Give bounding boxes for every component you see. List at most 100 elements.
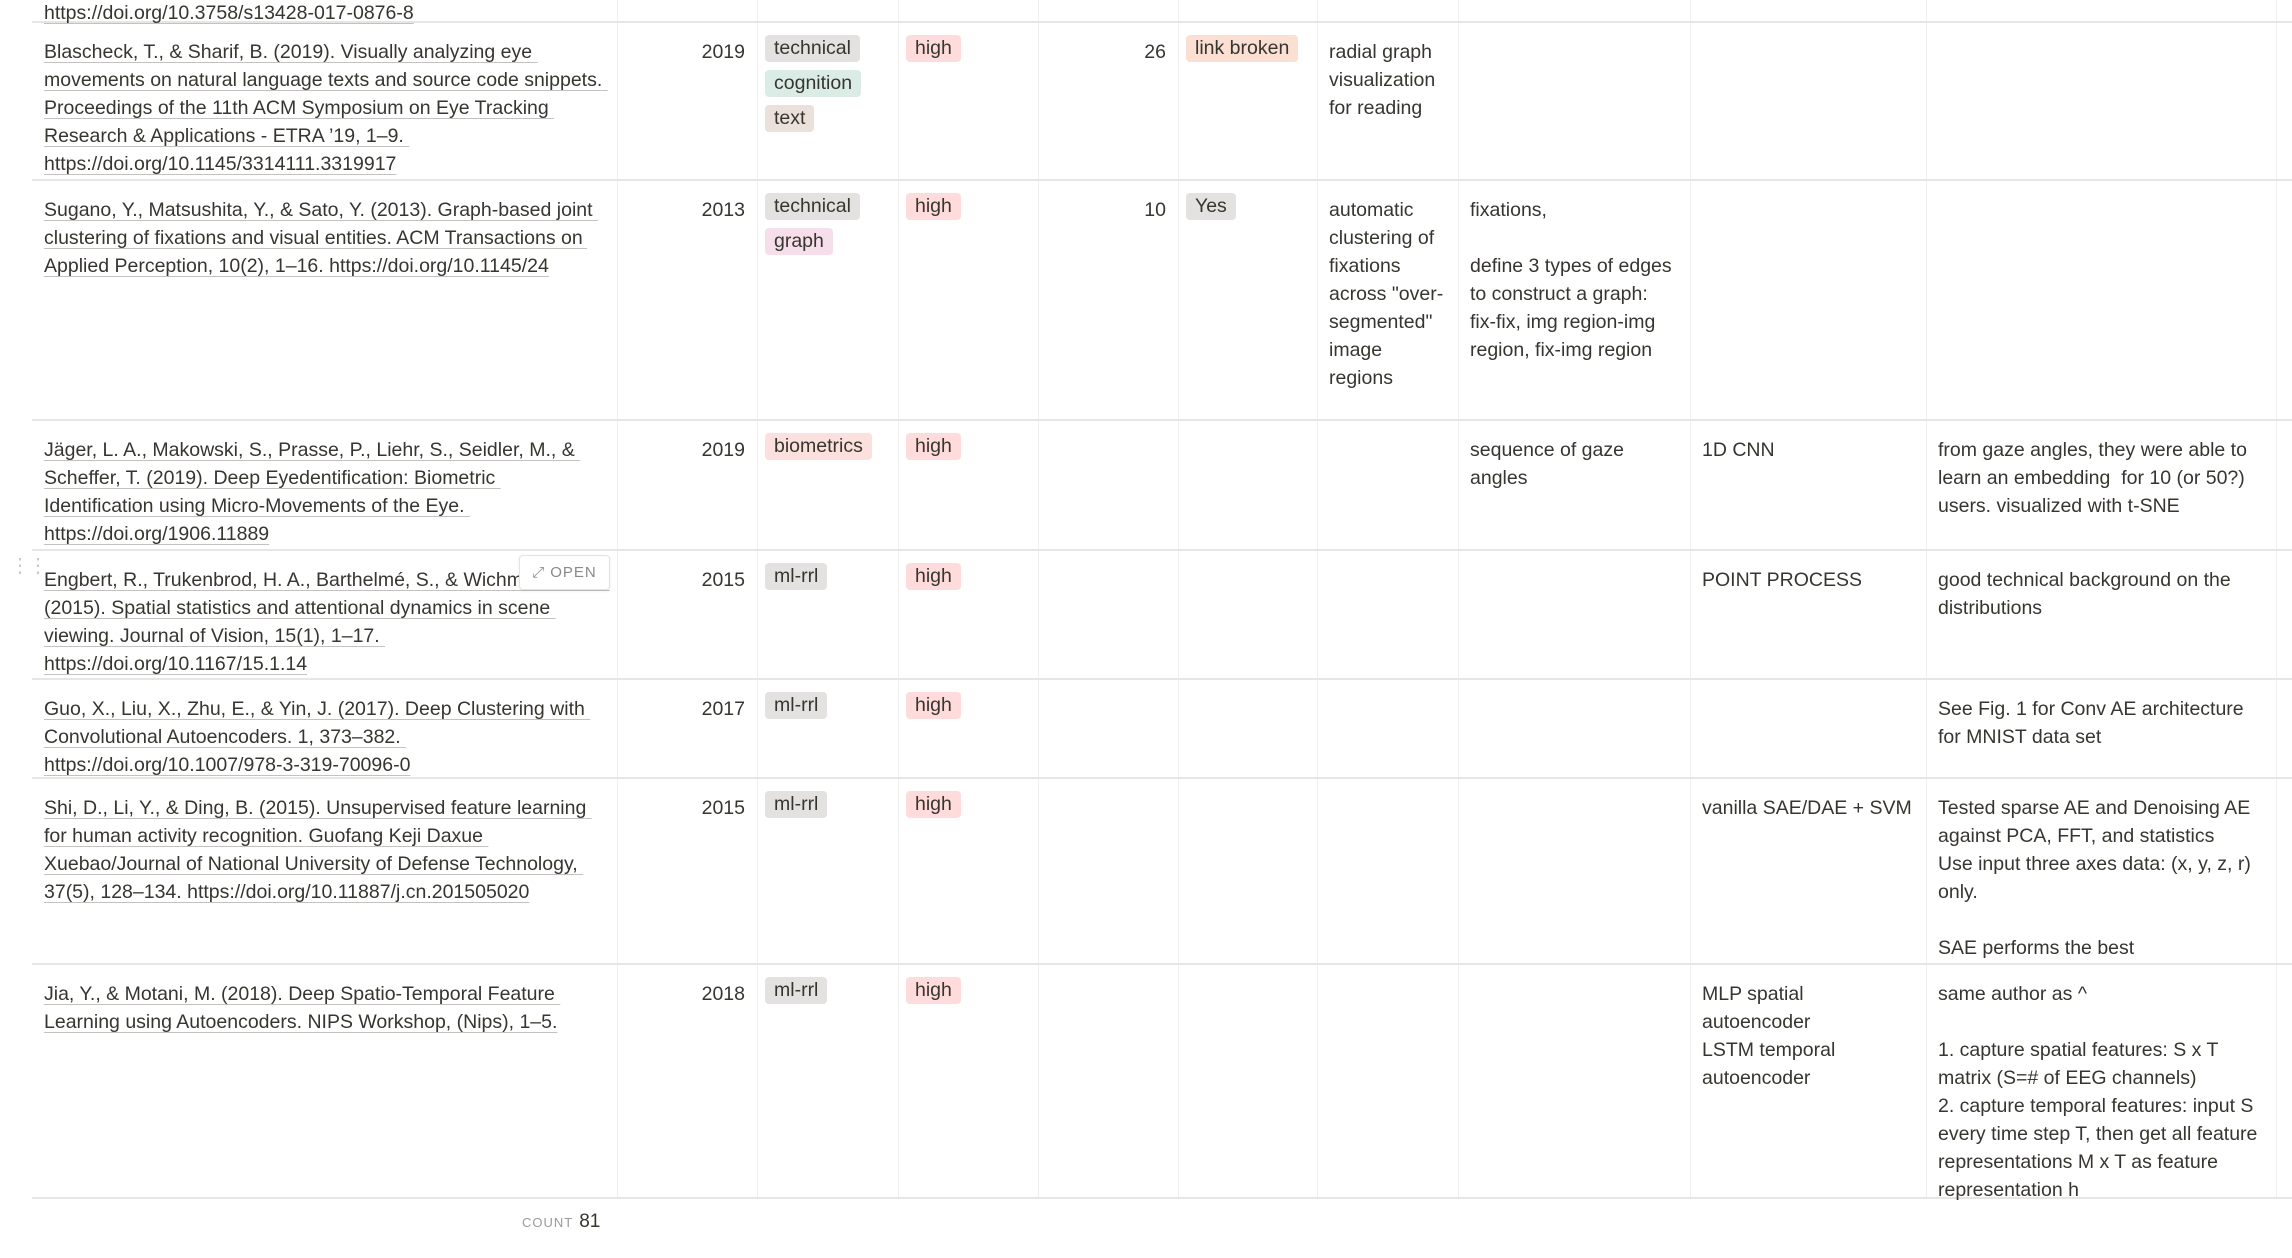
table-row[interactable]: Jäger, L. A., Makowski, S., Prasse, P., …	[32, 421, 2292, 551]
cell-notes[interactable]	[1926, 23, 2276, 179]
cell-description[interactable]: automatic clustering of fixations across…	[1317, 181, 1458, 419]
cell-priority[interactable]: high	[898, 181, 1038, 419]
cell-number[interactable]	[1038, 680, 1178, 777]
cell-priority[interactable]: high	[898, 680, 1038, 777]
priority-pill: high	[906, 692, 961, 719]
cell-data[interactable]	[1458, 680, 1690, 777]
tag-pill: graph	[765, 228, 833, 255]
tag-pill: ml-rrl	[765, 791, 828, 818]
year-text: 2019	[701, 439, 745, 461]
cell-tags[interactable]: biometrics	[757, 421, 898, 549]
cell-status[interactable]: Yes	[1178, 181, 1317, 419]
cell-notes[interactable]: good technical background on the distrib…	[1926, 551, 2276, 678]
citation-text: https://doi.org/10.3758/s13428-017-0876-…	[44, 2, 414, 24]
cell-status[interactable]	[1178, 779, 1317, 963]
cell-notes[interactable]: same author as ^ 1. capture spatial feat…	[1926, 965, 2276, 1201]
cell-notes[interactable]: from gaze angles, they were able to lear…	[1926, 421, 2276, 549]
cell-data[interactable]	[1458, 551, 1690, 678]
cell-model[interactable]	[1690, 181, 1926, 419]
table-row[interactable]: Guo, X., Liu, X., Zhu, E., & Yin, J. (20…	[32, 680, 2292, 779]
cell-status[interactable]	[1178, 680, 1317, 777]
table-row[interactable]: Sugano, Y., Matsushita, Y., & Sato, Y. (…	[32, 181, 2292, 421]
cell-number[interactable]	[1038, 551, 1178, 678]
cell-model[interactable]: MLP spatial autoencoder LSTM temporal au…	[1690, 965, 1926, 1197]
cell-description[interactable]	[1317, 680, 1458, 777]
cell-citation[interactable]: Shi, D., Li, Y., & Ding, B. (2015). Unsu…	[32, 779, 617, 963]
cell-tags[interactable]: ml-rrl	[757, 551, 898, 678]
cell-model[interactable]: POINT PROCESS	[1690, 551, 1926, 678]
cell-year[interactable]: 2013	[617, 181, 757, 419]
cell-priority[interactable]: high	[898, 23, 1038, 179]
notes-text: good technical background on the distrib…	[1938, 569, 2237, 619]
cell-description[interactable]	[1317, 779, 1458, 963]
cell-status[interactable]	[1178, 421, 1317, 549]
cell-number[interactable]	[1038, 779, 1178, 963]
cell-notes[interactable]: See Fig. 1 for Conv AE architecture for …	[1926, 680, 2276, 777]
cell-year[interactable]: 2017	[617, 680, 757, 777]
citation-text: Blascheck, T., & Sharif, B. (2019). Visu…	[44, 41, 608, 175]
open-row-button[interactable]: ⤢ OPEN	[519, 555, 610, 590]
cell-number[interactable]	[1038, 965, 1178, 1197]
cell-notes[interactable]: Tested sparse AE and Denoising AE agains…	[1926, 779, 2276, 963]
cell-description[interactable]	[1317, 551, 1458, 678]
cell-citation[interactable]: Sugano, Y., Matsushita, Y., & Sato, Y. (…	[32, 181, 617, 419]
cell-data[interactable]	[1458, 779, 1690, 963]
cell-model[interactable]	[1690, 23, 1926, 179]
tag-pill: ml-rrl	[765, 563, 828, 590]
table-row[interactable]: https://doi.org/10.3758/s13428-017-0876-…	[32, 0, 2292, 24]
cell-citation[interactable]: Jäger, L. A., Makowski, S., Prasse, P., …	[32, 421, 617, 549]
data-text: fixations, define 3 types of edges to co…	[1470, 199, 1672, 361]
cell-citation[interactable]: Blascheck, T., & Sharif, B. (2019). Visu…	[32, 23, 617, 179]
cell-data[interactable]: sequence of gaze angles	[1458, 421, 1690, 549]
cell-citation[interactable]: Guo, X., Liu, X., Zhu, E., & Yin, J. (20…	[32, 680, 617, 777]
cell-data[interactable]: fixations, define 3 types of edges to co…	[1458, 181, 1690, 419]
cell-notes[interactable]	[1926, 181, 2276, 419]
cell-tags[interactable]: technical graph	[757, 181, 898, 419]
cell-data[interactable]	[1458, 23, 1690, 179]
cell-number[interactable]: 26	[1038, 23, 1178, 179]
table-row[interactable]: Jia, Y., & Motani, M. (2018). Deep Spati…	[32, 965, 2292, 1201]
cell-year[interactable]: 2015	[617, 779, 757, 963]
tag-pill: technical	[765, 193, 860, 220]
cell-description[interactable]	[1317, 421, 1458, 549]
cell-citation[interactable]: Jia, Y., & Motani, M. (2018). Deep Spati…	[32, 965, 617, 1197]
cell-status[interactable]	[1178, 551, 1317, 678]
description-text: radial graph visualization for reading	[1329, 41, 1441, 119]
priority-pill: high	[906, 433, 961, 460]
cell-tags[interactable]: ml-rrl	[757, 779, 898, 963]
notes-text: Tested sparse AE and Denoising AE agains…	[1938, 797, 2251, 959]
table-row[interactable]: Blascheck, T., & Sharif, B. (2019). Visu…	[32, 23, 2292, 181]
tag-pill: text	[765, 105, 815, 132]
cell-priority[interactable]: high	[898, 779, 1038, 963]
cell-number[interactable]	[1038, 421, 1178, 549]
cell-model[interactable]: vanilla SAE/DAE + SVM	[1690, 779, 1926, 963]
cell-number[interactable]: 10	[1038, 181, 1178, 419]
cell-year[interactable]: 2019	[617, 23, 757, 179]
table-row[interactable]: Shi, D., Li, Y., & Ding, B. (2015). Unsu…	[32, 779, 2292, 965]
cell-model[interactable]: 1D CNN	[1690, 421, 1926, 549]
cell-priority[interactable]: high	[898, 965, 1038, 1197]
cell-tags[interactable]: technical cognition text	[757, 23, 898, 179]
cell-description[interactable]	[1317, 965, 1458, 1197]
cell-status[interactable]	[1178, 965, 1317, 1197]
cell-priority[interactable]: high	[898, 421, 1038, 549]
cell-year[interactable]: 2018	[617, 965, 757, 1197]
cell-priority[interactable]: high	[898, 551, 1038, 678]
citation-text: Sugano, Y., Matsushita, Y., & Sato, Y. (…	[44, 199, 598, 277]
cell-year[interactable]: 2015	[617, 551, 757, 678]
model-text: MLP spatial autoencoder LSTM temporal au…	[1702, 983, 1836, 1089]
cell-year[interactable]: 2019	[617, 421, 757, 549]
data-text: sequence of gaze angles	[1470, 439, 1630, 489]
cell-tags[interactable]: ml-rrl	[757, 965, 898, 1197]
drag-handle-icon[interactable]: ⋮⋮	[10, 556, 48, 576]
cell-description[interactable]: radial graph visualization for reading	[1317, 23, 1458, 179]
cell-data[interactable]	[1458, 965, 1690, 1197]
number-text: 26	[1144, 41, 1166, 63]
tag-pill: cognition	[765, 70, 862, 97]
count-footer[interactable]: COUNT 81	[522, 1208, 600, 1237]
cell-status[interactable]: link broken	[1178, 23, 1317, 179]
priority-pill: high	[906, 791, 961, 818]
table-row[interactable]: Engbert, R., Trukenbrod, H. A., Barthelm…	[32, 551, 2292, 680]
cell-model[interactable]	[1690, 680, 1926, 777]
cell-tags[interactable]: ml-rrl	[757, 680, 898, 777]
